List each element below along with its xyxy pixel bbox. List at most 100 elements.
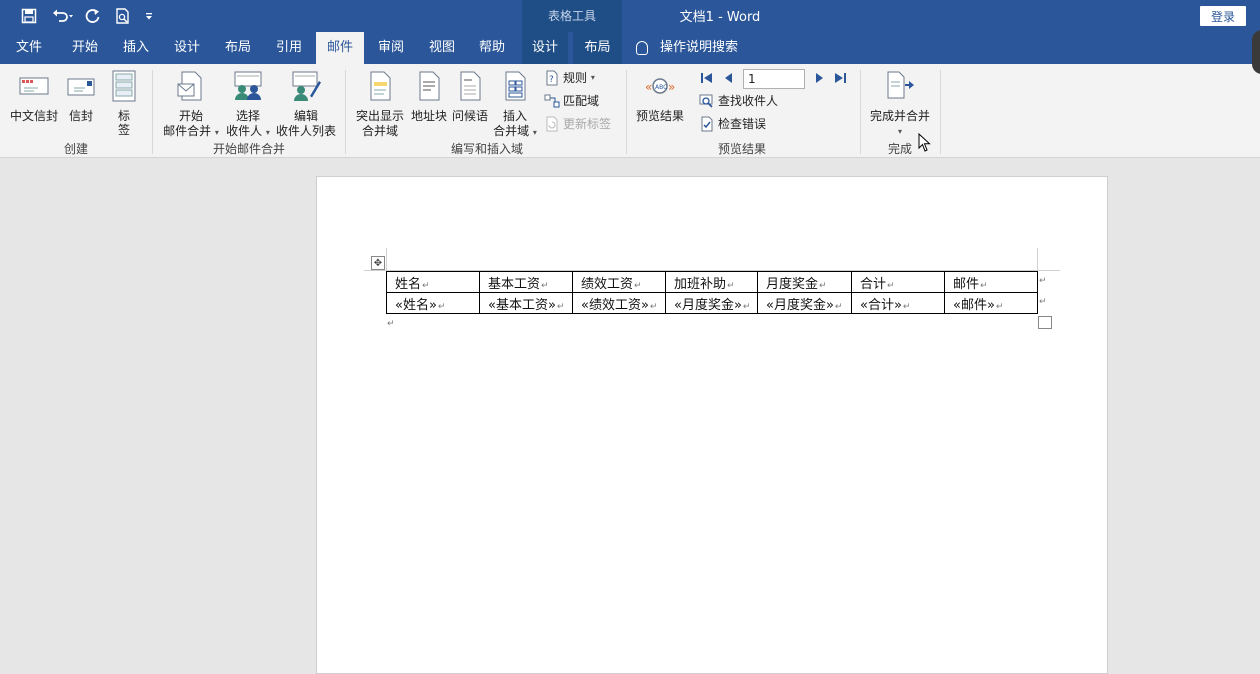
table-header-cell[interactable]: 基本工资↵ [479, 271, 573, 293]
labels-label: 标签 [117, 109, 130, 137]
chinese-envelope-label: 中文信封 [9, 109, 58, 123]
tab-insert[interactable]: 插入 [113, 32, 159, 64]
rules-icon: ? [546, 70, 558, 86]
merge-field-cell[interactable]: «合计»↵ [851, 292, 945, 314]
chinese-envelope-icon [19, 77, 49, 95]
check-errors-button[interactable]: 检查错误 [699, 114, 766, 134]
group-write-insert-label: 编写和插入域 [450, 142, 523, 156]
save-icon[interactable] [17, 4, 41, 28]
address-block-button[interactable]: 地址块 [408, 70, 450, 124]
match-fields-button[interactable]: 匹配域 [544, 91, 599, 111]
highlight-merge-fields-button[interactable]: 突出显示 合并域 [352, 70, 408, 139]
next-record-button[interactable] [812, 68, 826, 88]
next-record-icon [816, 73, 823, 83]
tab-references[interactable]: 引用 [266, 32, 312, 64]
merge-table[interactable]: 姓名↵ 基本工资↵ 绩效工资↵ 加班补助↵ 月度奖金↵ 合计↵ 邮件↵ «姓名»… [386, 271, 1038, 314]
table-header-cell[interactable]: 邮件↵ [944, 271, 1038, 293]
table-header-cell[interactable]: 姓名↵ [386, 271, 480, 293]
envelope-button[interactable]: 信封 [62, 70, 100, 124]
first-record-button[interactable] [700, 68, 714, 88]
lightbulb-icon [636, 40, 648, 55]
document-title: 文档1 - Word [679, 10, 761, 25]
tab-table-design[interactable]: 设计 [522, 32, 568, 64]
start-mail-merge-icon [177, 71, 202, 101]
tab-home[interactable]: 开始 [62, 32, 108, 64]
group-start-merge-label: 开始邮件合并 [212, 142, 285, 156]
table-header-cell[interactable]: 加班补助↵ [665, 271, 758, 293]
tab-review[interactable]: 审阅 [368, 32, 414, 64]
insert-merge-field-line1: 插入 [502, 109, 527, 123]
start-mail-merge-button[interactable]: 开始 邮件合并 ▾ [160, 70, 222, 140]
edit-recipient-list-line1: 编辑 [293, 109, 318, 123]
merge-field-cell[interactable]: «姓名»↵ [386, 292, 480, 314]
tab-help[interactable]: 帮助 [469, 32, 515, 64]
insert-merge-field-line2: 合并域 ▾ [493, 124, 537, 138]
finish-merge-button[interactable]: 完成并合并 ▾ [866, 70, 934, 139]
side-shadow [1252, 30, 1260, 74]
mouse-cursor-icon [918, 133, 931, 152]
select-recipients-icon [234, 71, 262, 100]
table-tools-label: 表格工具 [547, 9, 596, 23]
tab-table-layout[interactable]: 布局 [573, 32, 622, 64]
group-preview-label: 预览结果 [717, 142, 766, 156]
title-bar: 表格工具 文档1 - Word 登录 [0, 0, 1260, 64]
update-labels-label: 更新标签 [563, 117, 612, 131]
record-number-input[interactable]: 1 [743, 69, 805, 89]
group-separator [626, 70, 627, 154]
tab-mailings[interactable]: 邮件 [316, 32, 364, 64]
labels-button[interactable]: 标签 [106, 70, 142, 137]
highlight-merge-fields-line2: 合并域 [361, 124, 398, 138]
table-header-cell[interactable]: 绩效工资↵ [572, 271, 666, 293]
rules-button[interactable]: ? 规则 ▾ [544, 68, 595, 88]
match-fields-label: 匹配域 [563, 94, 600, 108]
merge-field-cell[interactable]: «绩效工资»↵ [572, 292, 666, 314]
tab-view[interactable]: 视图 [419, 32, 465, 64]
preview-results-button[interactable]: «ABC» 预览结果 [632, 70, 688, 124]
last-record-button[interactable] [833, 68, 849, 88]
table-move-handle-icon[interactable]: ✥ [371, 256, 385, 270]
ribbon-tab-bar: 文件 开始 插入 设计 布局 引用 邮件 审阅 视图 帮助 设计 布局 [0, 32, 1260, 64]
merge-field-cell[interactable]: «基本工资»↵ [479, 292, 573, 314]
finish-merge-label: 完成并合并 [869, 109, 930, 123]
chinese-envelope-button[interactable]: 中文信封 [8, 70, 60, 124]
insert-merge-field-button[interactable]: 插入 合并域 ▾ [490, 70, 540, 140]
svg-text:«: « [645, 80, 652, 94]
table-row: «姓名»↵ «基本工资»↵ «绩效工资»↵ «月度奖金»↵ «月度奖金»↵ «合… [386, 292, 1038, 314]
merge-field-cell[interactable]: «邮件»↵ [944, 292, 1038, 314]
rules-label: 规则 [563, 71, 588, 85]
undo-icon[interactable] [48, 4, 78, 28]
table-header-cell[interactable]: 合计↵ [851, 271, 945, 293]
table-header-cell[interactable]: 月度奖金↵ [757, 271, 852, 293]
group-separator [345, 70, 346, 154]
preview-results-icon: «ABC» [645, 78, 675, 94]
redo-icon[interactable] [81, 4, 105, 28]
find-recipient-label: 查找收件人 [718, 94, 779, 108]
customize-qat-icon[interactable] [140, 4, 158, 28]
select-recipients-button[interactable]: 选择 收件人 ▾ [222, 70, 274, 140]
previous-record-button[interactable] [722, 68, 736, 88]
svg-text:»: » [668, 80, 675, 94]
match-fields-icon [544, 94, 560, 108]
group-create-label: 创建 [63, 142, 88, 156]
tab-file[interactable]: 文件 [8, 32, 50, 64]
greeting-line-button[interactable]: 问候语 [450, 70, 490, 124]
last-record-icon [835, 73, 846, 83]
edit-recipient-list-icon [292, 71, 321, 101]
table-resize-handle[interactable] [1038, 316, 1052, 329]
end-of-row-mark: ↵ [1039, 297, 1047, 307]
tab-layout[interactable]: 布局 [215, 32, 261, 64]
tell-me-search[interactable]: 操作说明搜索 [636, 32, 738, 64]
merge-field-cell[interactable]: «月度奖金»↵ [665, 292, 758, 314]
print-preview-icon[interactable] [111, 4, 135, 28]
document-page[interactable] [316, 176, 1108, 674]
check-errors-label: 检查错误 [718, 117, 767, 131]
edit-recipient-list-button[interactable]: 编辑 收件人列表 [274, 70, 338, 139]
preview-results-label: 预览结果 [635, 109, 684, 123]
check-errors-icon [701, 116, 713, 132]
login-button[interactable]: 登录 [1200, 6, 1246, 26]
find-recipient-button[interactable]: 查找收件人 [699, 91, 778, 111]
merge-field-cell[interactable]: «月度奖金»↵ [757, 292, 852, 314]
tab-design[interactable]: 设计 [164, 32, 210, 64]
table-guide-line [1037, 248, 1038, 271]
update-labels-button[interactable]: 更新标签 [544, 114, 611, 134]
